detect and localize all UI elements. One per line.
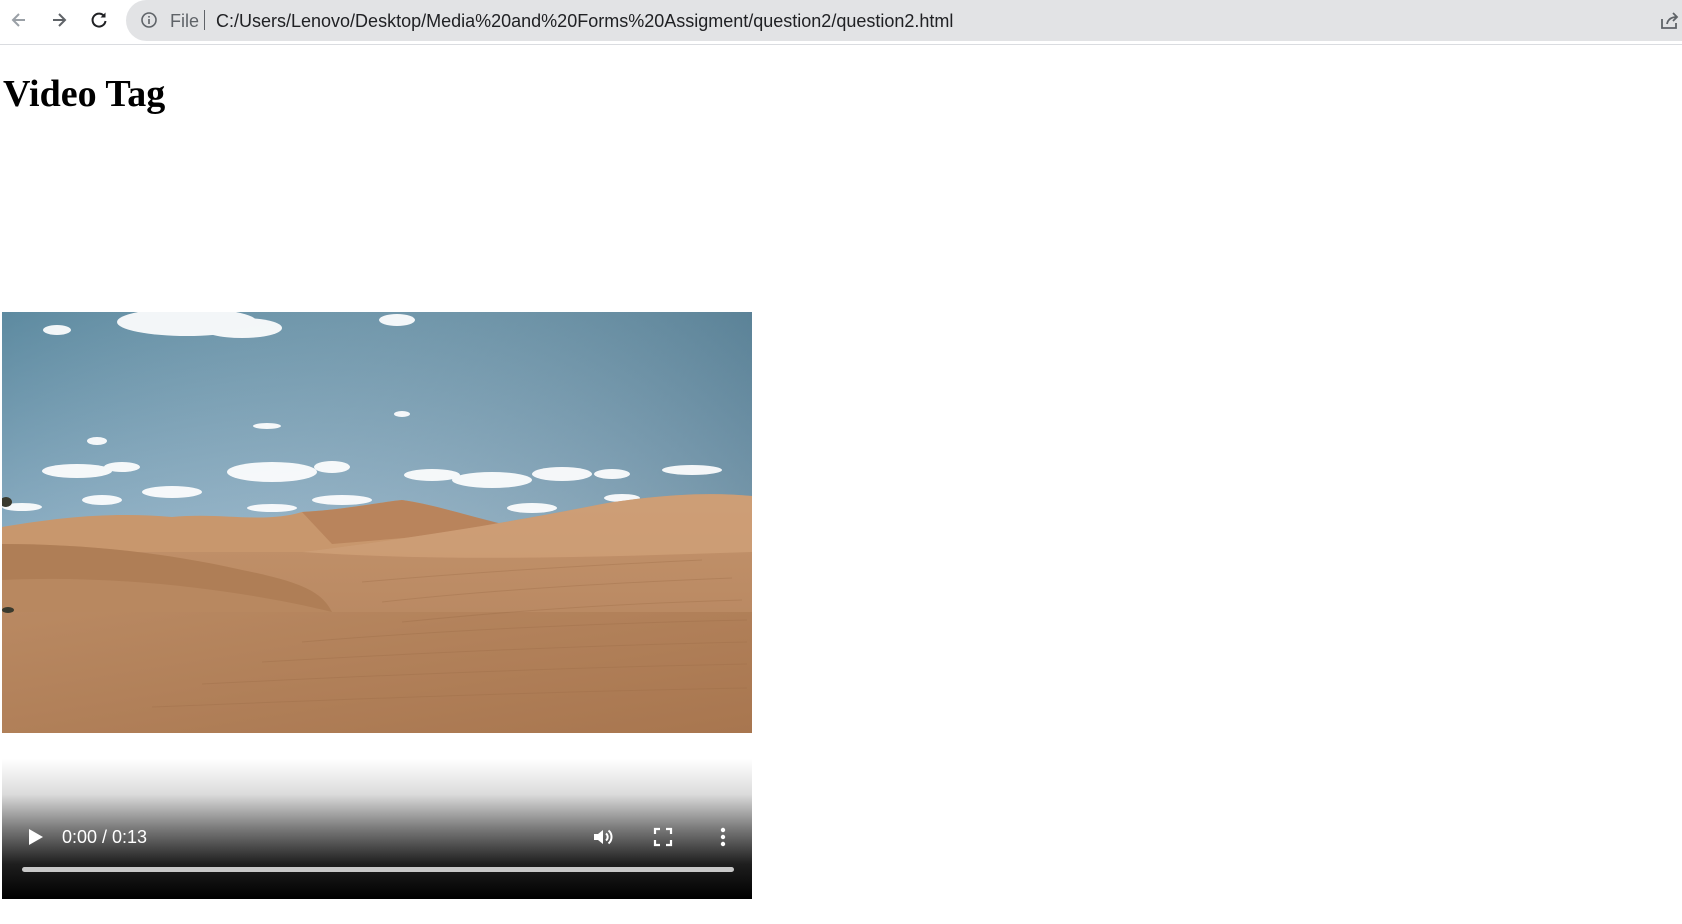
progress-bar[interactable]: [22, 867, 734, 872]
play-icon: [29, 829, 43, 845]
forward-button[interactable]: [45, 6, 73, 34]
volume-icon: [594, 829, 613, 845]
time-display: 0:00 / 0:13: [62, 827, 148, 847]
url-text[interactable]: C:/Users/Lenovo/Desktop/Media%20and%20Fo…: [216, 10, 953, 32]
play-button[interactable]: [24, 824, 48, 850]
address-bar[interactable]: File C:/Users/Lenovo/Desktop/Media%20and…: [126, 0, 1682, 41]
address-separator: [204, 10, 205, 30]
reload-button[interactable]: [85, 6, 113, 34]
volume-button[interactable]: [590, 824, 616, 850]
scheme-label: File: [170, 11, 200, 31]
page-title: Video Tag: [3, 73, 166, 115]
back-button[interactable]: [5, 6, 33, 34]
more-options-button[interactable]: [710, 824, 736, 850]
forward-arrow-icon: [53, 13, 67, 27]
back-arrow-icon: [11, 13, 25, 27]
reload-icon: [91, 12, 107, 28]
fullscreen-button[interactable]: [650, 824, 676, 850]
video-player[interactable]: 0:00 / 0:13: [2, 312, 752, 899]
share-icon[interactable]: [1658, 10, 1680, 32]
browser-toolbar: File C:/Users/Lenovo/Desktop/Media%20and…: [0, 0, 1682, 45]
desert-dunes-poster: [2, 312, 752, 733]
fullscreen-icon: [653, 827, 673, 847]
info-icon[interactable]: [140, 11, 158, 29]
video-frame[interactable]: [2, 312, 752, 733]
more-options-icon: [720, 827, 726, 847]
